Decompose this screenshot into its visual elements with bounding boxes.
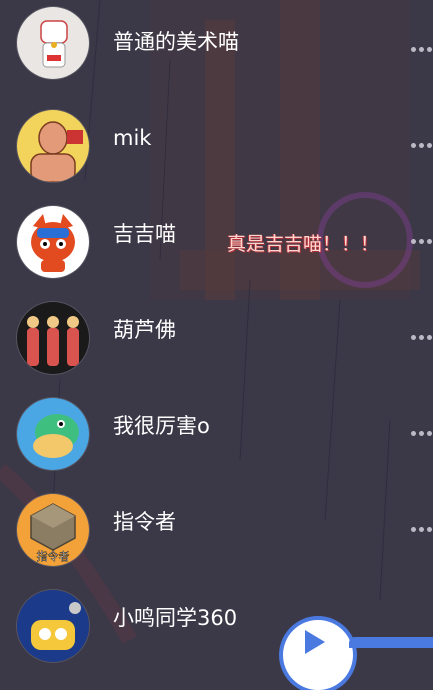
- more-dots-icon[interactable]: [411, 332, 433, 342]
- contact-name: 我很厉害o: [113, 414, 210, 438]
- cartoon-cat-avatar-icon[interactable]: [17, 206, 89, 278]
- minecraft-block-avatar-icon[interactable]: 指令者: [17, 494, 89, 566]
- more-dots-icon[interactable]: [411, 428, 433, 438]
- contact-name: 普通的美术喵: [113, 30, 239, 54]
- avatar-text: 指令者: [37, 549, 70, 563]
- contact-name: 小鸣同学360: [113, 606, 238, 630]
- more-dots-icon[interactable]: [411, 140, 433, 150]
- more-dots-icon[interactable]: [411, 44, 433, 54]
- three-buddhas-avatar-icon[interactable]: [17, 302, 89, 374]
- contact-name: mik: [113, 126, 152, 150]
- contact-row[interactable]: mik: [0, 96, 433, 192]
- bottom-bar: [349, 637, 433, 648]
- robot-avatar-icon[interactable]: [17, 590, 89, 662]
- contact-name: 指令者: [113, 510, 176, 534]
- contact-row[interactable]: 指令者 指令者: [0, 480, 433, 576]
- play-icon: [305, 630, 325, 654]
- muscle-man-avatar-icon[interactable]: [17, 110, 89, 182]
- contact-name: 葫芦佛: [113, 318, 176, 342]
- play-button[interactable]: [283, 620, 353, 690]
- contact-row[interactable]: 葫芦佛: [0, 288, 433, 384]
- contact-row[interactable]: 小鸣同学360: [0, 576, 433, 672]
- status-message: 真是吉吉喵！！！: [227, 233, 380, 255]
- contact-row[interactable]: 普通的美术喵: [0, 0, 433, 96]
- more-dots-icon[interactable]: [411, 236, 433, 246]
- lucky-cat-avatar-icon[interactable]: [17, 7, 89, 79]
- more-dots-icon[interactable]: [411, 524, 433, 534]
- green-dinosaur-avatar-icon[interactable]: [17, 398, 89, 470]
- contact-name: 吉吉喵: [113, 222, 176, 246]
- contact-row[interactable]: 我很厉害o: [0, 384, 433, 480]
